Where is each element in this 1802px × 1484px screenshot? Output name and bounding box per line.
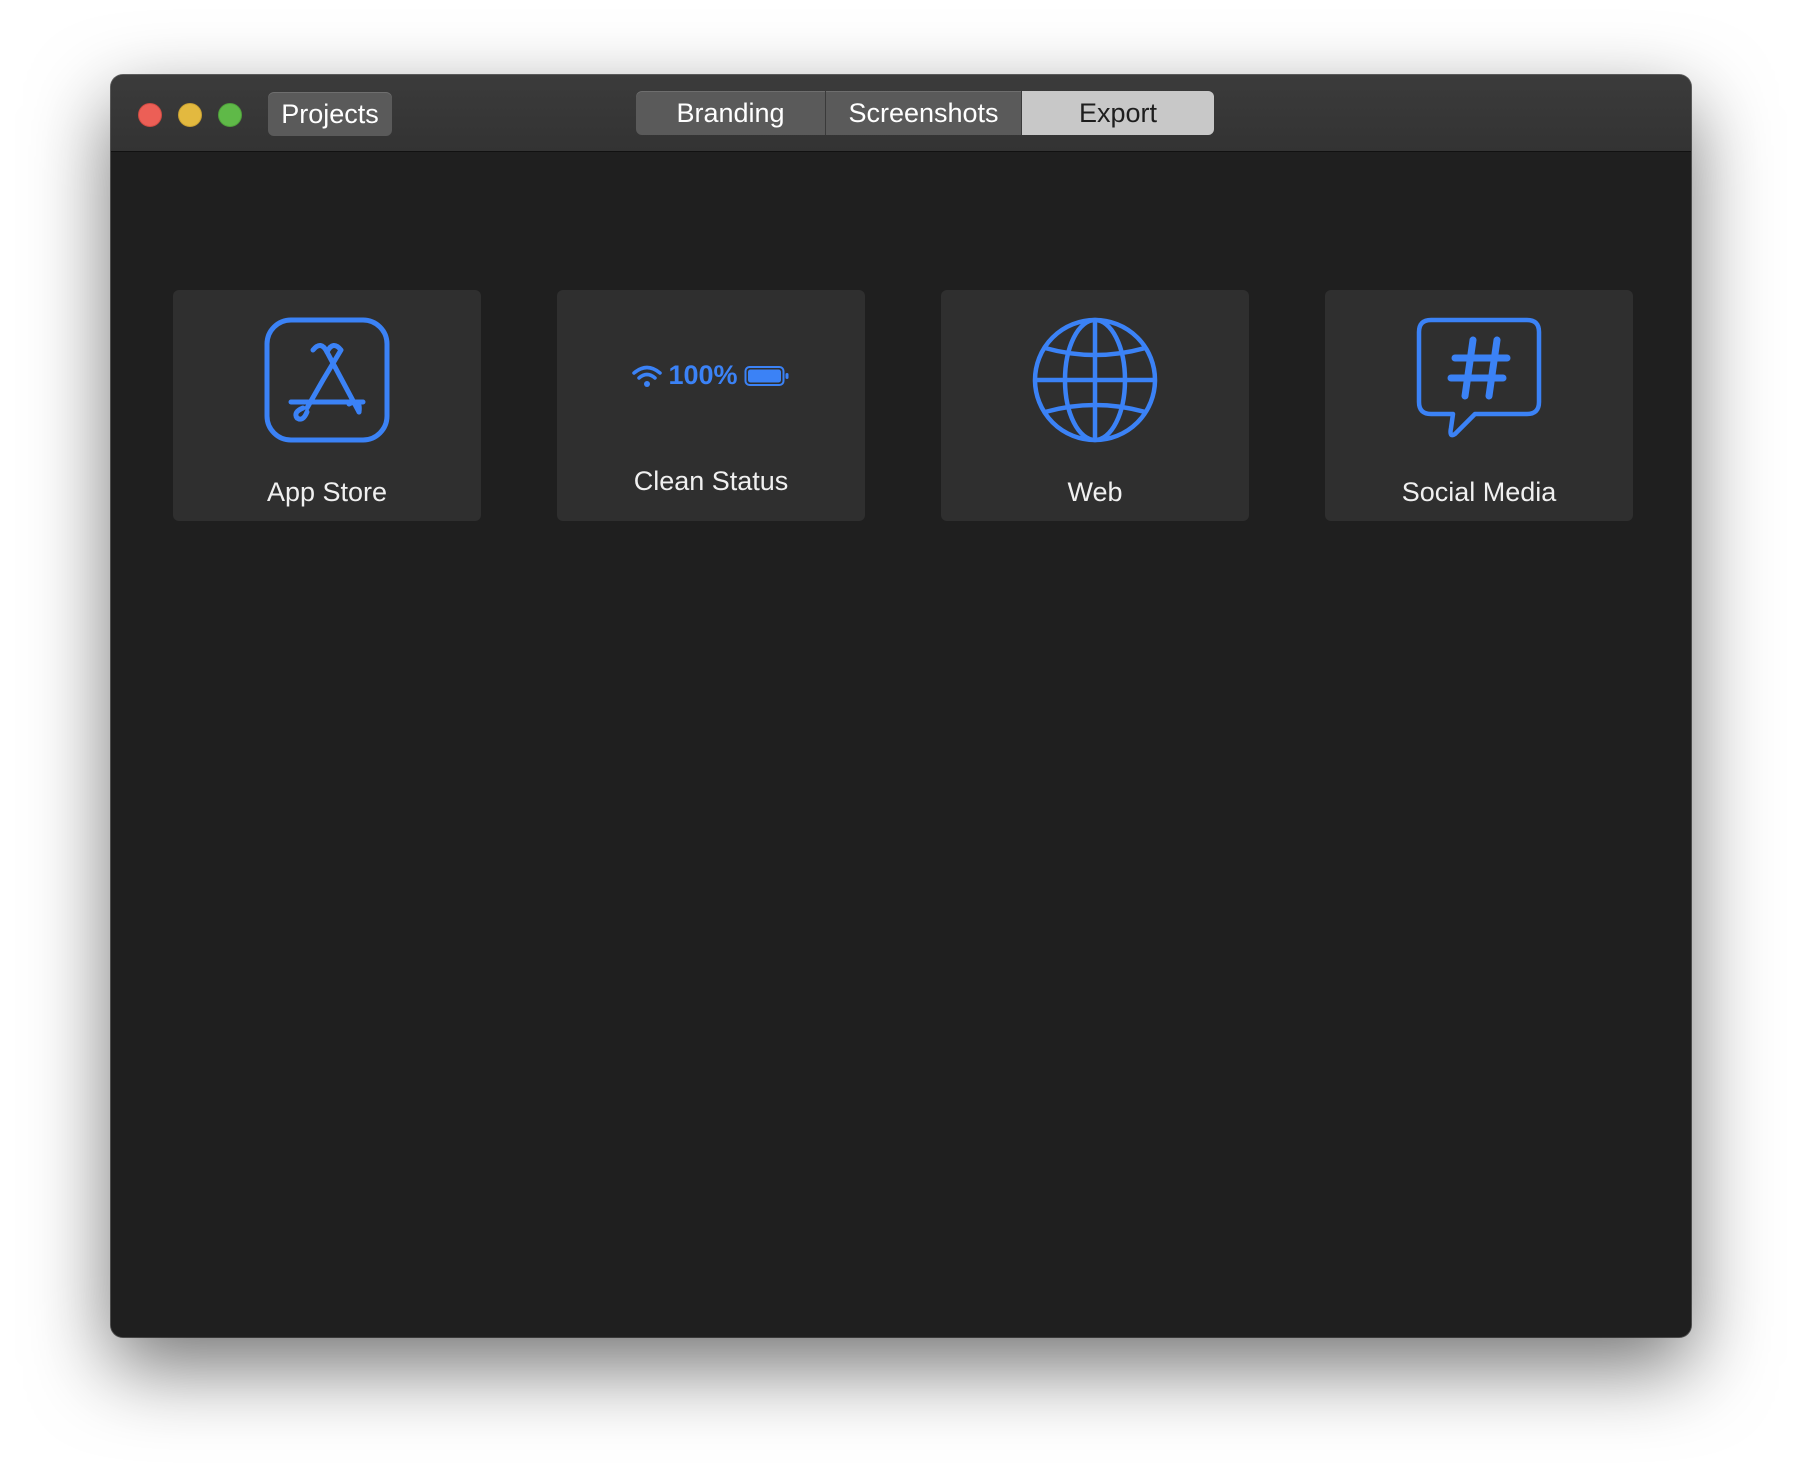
tab-screenshots[interactable]: Screenshots bbox=[826, 91, 1022, 135]
export-option-clean-status[interactable]: 100% Clean Status bbox=[557, 290, 865, 521]
title-bar: Projects Branding Screenshots Export bbox=[111, 75, 1691, 152]
app-window: Projects Branding Screenshots Export App… bbox=[111, 75, 1691, 1337]
export-option-web[interactable]: Web bbox=[941, 290, 1249, 521]
hashtag-bubble-icon bbox=[1416, 317, 1542, 438]
export-option-label: App Store bbox=[266, 477, 388, 507]
tab-export[interactable]: Export bbox=[1022, 91, 1214, 135]
minimize-window-button[interactable] bbox=[178, 103, 202, 127]
close-window-button[interactable] bbox=[138, 103, 162, 127]
export-options-area: App Store 100% Clean Status Web Social M… bbox=[111, 152, 1691, 1337]
export-option-label: Social Media bbox=[1401, 477, 1557, 507]
section-tabs: Branding Screenshots Export bbox=[636, 91, 1214, 135]
projects-button[interactable]: Projects bbox=[268, 92, 392, 136]
tab-branding[interactable]: Branding bbox=[636, 91, 826, 135]
battery-percentage: 100% bbox=[668, 360, 738, 390]
export-option-label: Web bbox=[1067, 477, 1123, 507]
status-bar-icon: 100% bbox=[632, 360, 789, 391]
export-option-label: Clean Status bbox=[633, 466, 789, 496]
battery-icon bbox=[744, 365, 789, 386]
export-option-social-media[interactable]: Social Media bbox=[1325, 290, 1633, 521]
globe-icon bbox=[1032, 317, 1158, 443]
wifi-icon bbox=[632, 365, 663, 387]
maximize-window-button[interactable] bbox=[218, 103, 242, 127]
app-store-icon bbox=[264, 317, 390, 443]
export-option-app-store[interactable]: App Store bbox=[173, 290, 481, 521]
